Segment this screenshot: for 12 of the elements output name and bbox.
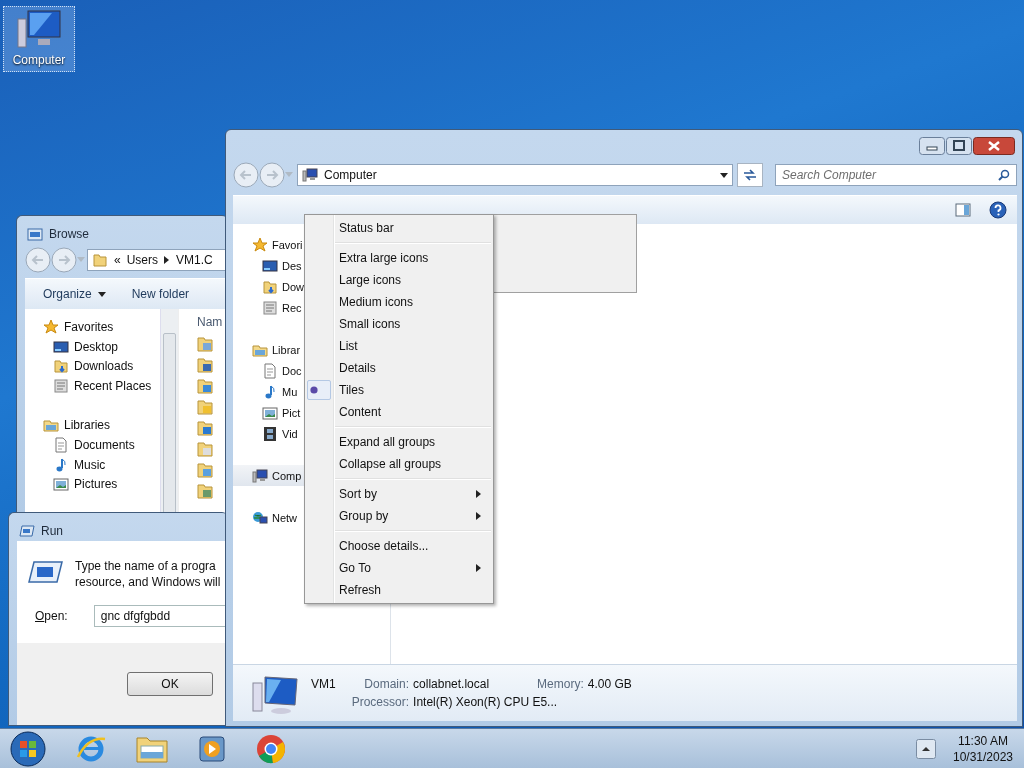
field-value: Intel(R) Xeon(R) CPU E5... (413, 695, 559, 709)
message-text: Type the name of a progra (75, 559, 217, 573)
window-title: Browse (49, 227, 89, 241)
message-text: resource, and Windows will (75, 575, 221, 589)
field-value: 4.00 GB (587, 677, 632, 691)
window-title: Run (41, 524, 63, 538)
computer-name: VM1 (311, 677, 336, 691)
field-label: Domain: (364, 677, 410, 691)
field-value: collabnet.local (413, 677, 490, 691)
field-label: Processor: (351, 695, 410, 709)
field-label: Open: (35, 609, 68, 623)
field-label: Memory: (537, 677, 584, 691)
